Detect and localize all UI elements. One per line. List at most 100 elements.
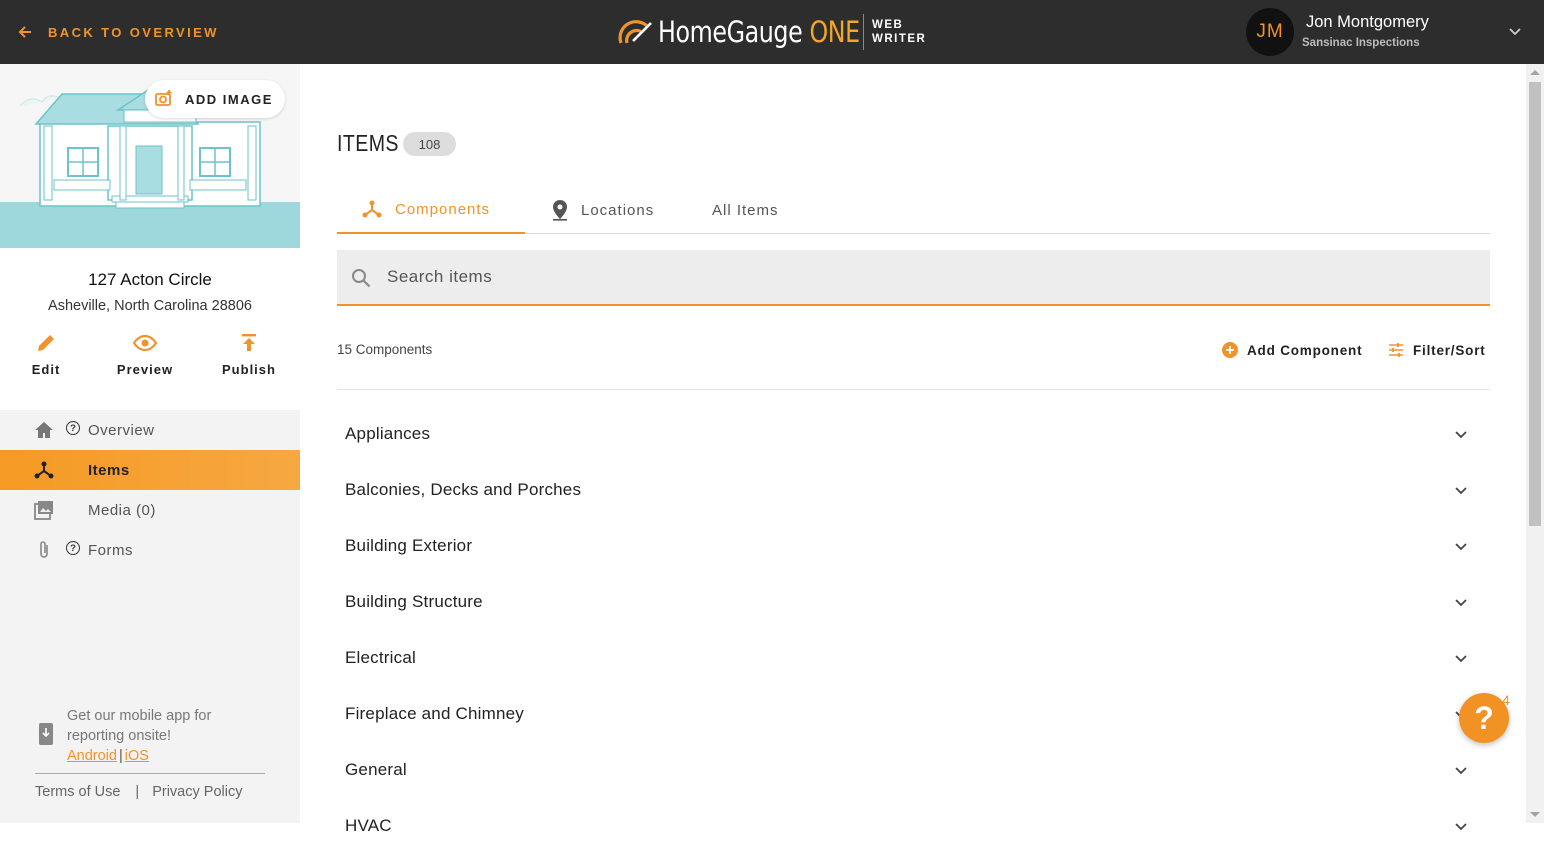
sidebar-item-items[interactable]: Items [0,450,300,490]
preview-label: Preview [116,362,174,377]
chevron-down-icon[interactable] [1455,599,1467,607]
publish-label: Publish [222,362,276,377]
homegauge-logo: HomeGauge ONE WEB WRITER [618,12,925,52]
search-icon [352,269,371,288]
pencil-icon [38,335,54,351]
mobile-app-text: Get our mobile app for reporting onsite!… [67,708,212,764]
list-item[interactable]: Building Exterior [337,517,1490,573]
tab-all-items[interactable]: All Items [712,186,779,234]
property-actions: Edit Preview Publish [0,328,300,388]
map-pin-icon [553,200,567,221]
scroll-up-arrow[interactable] [1530,70,1540,75]
list-item[interactable]: Electrical [337,629,1490,685]
mobile-phone-icon [39,723,53,745]
component-name: Appliances [345,424,431,443]
arrow-left-icon [18,26,31,38]
add-circle-icon [1222,342,1238,358]
add-image-label: ADD IMAGE [185,91,273,107]
footer-separator: | [135,784,140,800]
scroll-thumb[interactable] [1529,82,1541,526]
footer-divider [35,773,265,774]
component-name: General [345,760,407,779]
components-count: 15 Components [337,342,433,357]
chevron-down-icon[interactable] [1455,487,1467,495]
add-image-button[interactable]: ADD IMAGE [145,80,285,118]
upload-icon [242,334,256,351]
preview-button[interactable]: Preview [105,328,185,377]
home-icon [35,422,53,438]
list-divider [337,389,1490,390]
gauge-logo-icon [618,20,652,44]
brand-name: HomeGauge ONE [658,15,860,49]
main-content: ITEMS 108 Components Locations All Items [300,64,1526,835]
search-input[interactable] [387,250,1477,304]
sidebar-footer: Terms of Use | Privacy Policy [35,784,242,800]
edit-button[interactable]: Edit [6,328,86,377]
chevron-down-icon[interactable] [1455,767,1467,775]
list-item[interactable]: Fireplace and Chimney [337,685,1490,741]
sidebar-item-label: Items [88,462,130,479]
chevron-down-icon[interactable] [1508,24,1522,38]
list-item[interactable]: HVAC [337,797,1490,853]
publish-button[interactable]: Publish [209,328,289,377]
item-count-badge: 108 [403,132,456,156]
components-icon [362,200,382,218]
component-name: HVAC [345,816,392,835]
sidebar-item-overview[interactable]: ? Overview [0,410,300,450]
user-menu[interactable]: JM Jon Montgomery Sansinac Inspections [1246,8,1536,56]
chevron-down-icon[interactable] [1455,543,1467,551]
back-to-overview-link[interactable]: BACK TO OVERVIEW [18,22,219,42]
sliders-icon [1389,343,1403,357]
help-badge-count: 4 [1502,692,1510,708]
scrollbar[interactable] [1526,64,1544,823]
list-item[interactable]: General [337,741,1490,797]
add-component-button[interactable]: Add Component [1222,342,1362,358]
list-item[interactable]: Appliances [337,405,1490,461]
sidebar-item-forms[interactable]: ? Forms [0,530,300,570]
chevron-down-icon[interactable] [1455,823,1467,831]
chevron-down-icon[interactable] [1455,655,1467,663]
scroll-down-arrow[interactable] [1530,812,1540,817]
ios-link[interactable]: iOS [125,748,149,764]
component-name: Building Structure [345,592,483,611]
add-component-label: Add Component [1247,342,1363,358]
tab-label: Components [395,200,491,218]
tab-components[interactable]: Components [337,186,525,234]
property-street: 127 Acton Circle [88,270,212,289]
help-icon[interactable]: ? [66,541,80,555]
paperclip-icon [40,541,48,558]
item-tabs: Components Locations All Items [337,186,1490,234]
page-title: ITEMS [337,130,399,156]
list-item[interactable]: Balconies, Decks and Porches [337,461,1490,517]
edit-label: Edit [31,362,61,377]
property-image: ADD IMAGE [0,64,300,248]
chevron-down-icon[interactable] [1455,431,1467,439]
eye-icon [133,334,157,352]
back-label: BACK TO OVERVIEW [48,24,219,40]
help-icon[interactable]: ? [66,421,80,435]
filter-sort-label: Filter/Sort [1413,342,1486,358]
filter-sort-button[interactable]: Filter/Sort [1388,342,1486,358]
tab-locations[interactable]: Locations [551,186,654,234]
user-company: Sansinac Inspections [1302,37,1420,49]
add-photo-icon [155,90,172,106]
product-name: WEB WRITER [872,19,927,45]
images-icon [34,501,53,520]
components-list: Appliances Balconies, Decks and Porches Bu… [337,405,1490,853]
property-city: Asheville, North Carolina 28806 [48,298,252,314]
components-icon [34,461,54,479]
sidebar-item-media[interactable]: Media (0) [0,490,300,530]
list-item[interactable]: Building Structure [337,573,1490,629]
component-name: Electrical [345,648,416,667]
search-bar [337,250,1490,306]
sidebar-item-label: Forms [88,542,133,559]
terms-link[interactable]: Terms of Use [35,784,120,800]
sidebar-item-label: Overview [88,422,155,439]
sidebar-item-label: Media (0) [88,502,156,519]
avatar: JM [1246,8,1294,56]
logo-divider [863,14,864,50]
tab-label: All Items [712,201,779,219]
component-name: Balconies, Decks and Porches [345,480,582,499]
android-link[interactable]: Android [67,748,117,764]
privacy-link[interactable]: Privacy Policy [152,784,242,800]
